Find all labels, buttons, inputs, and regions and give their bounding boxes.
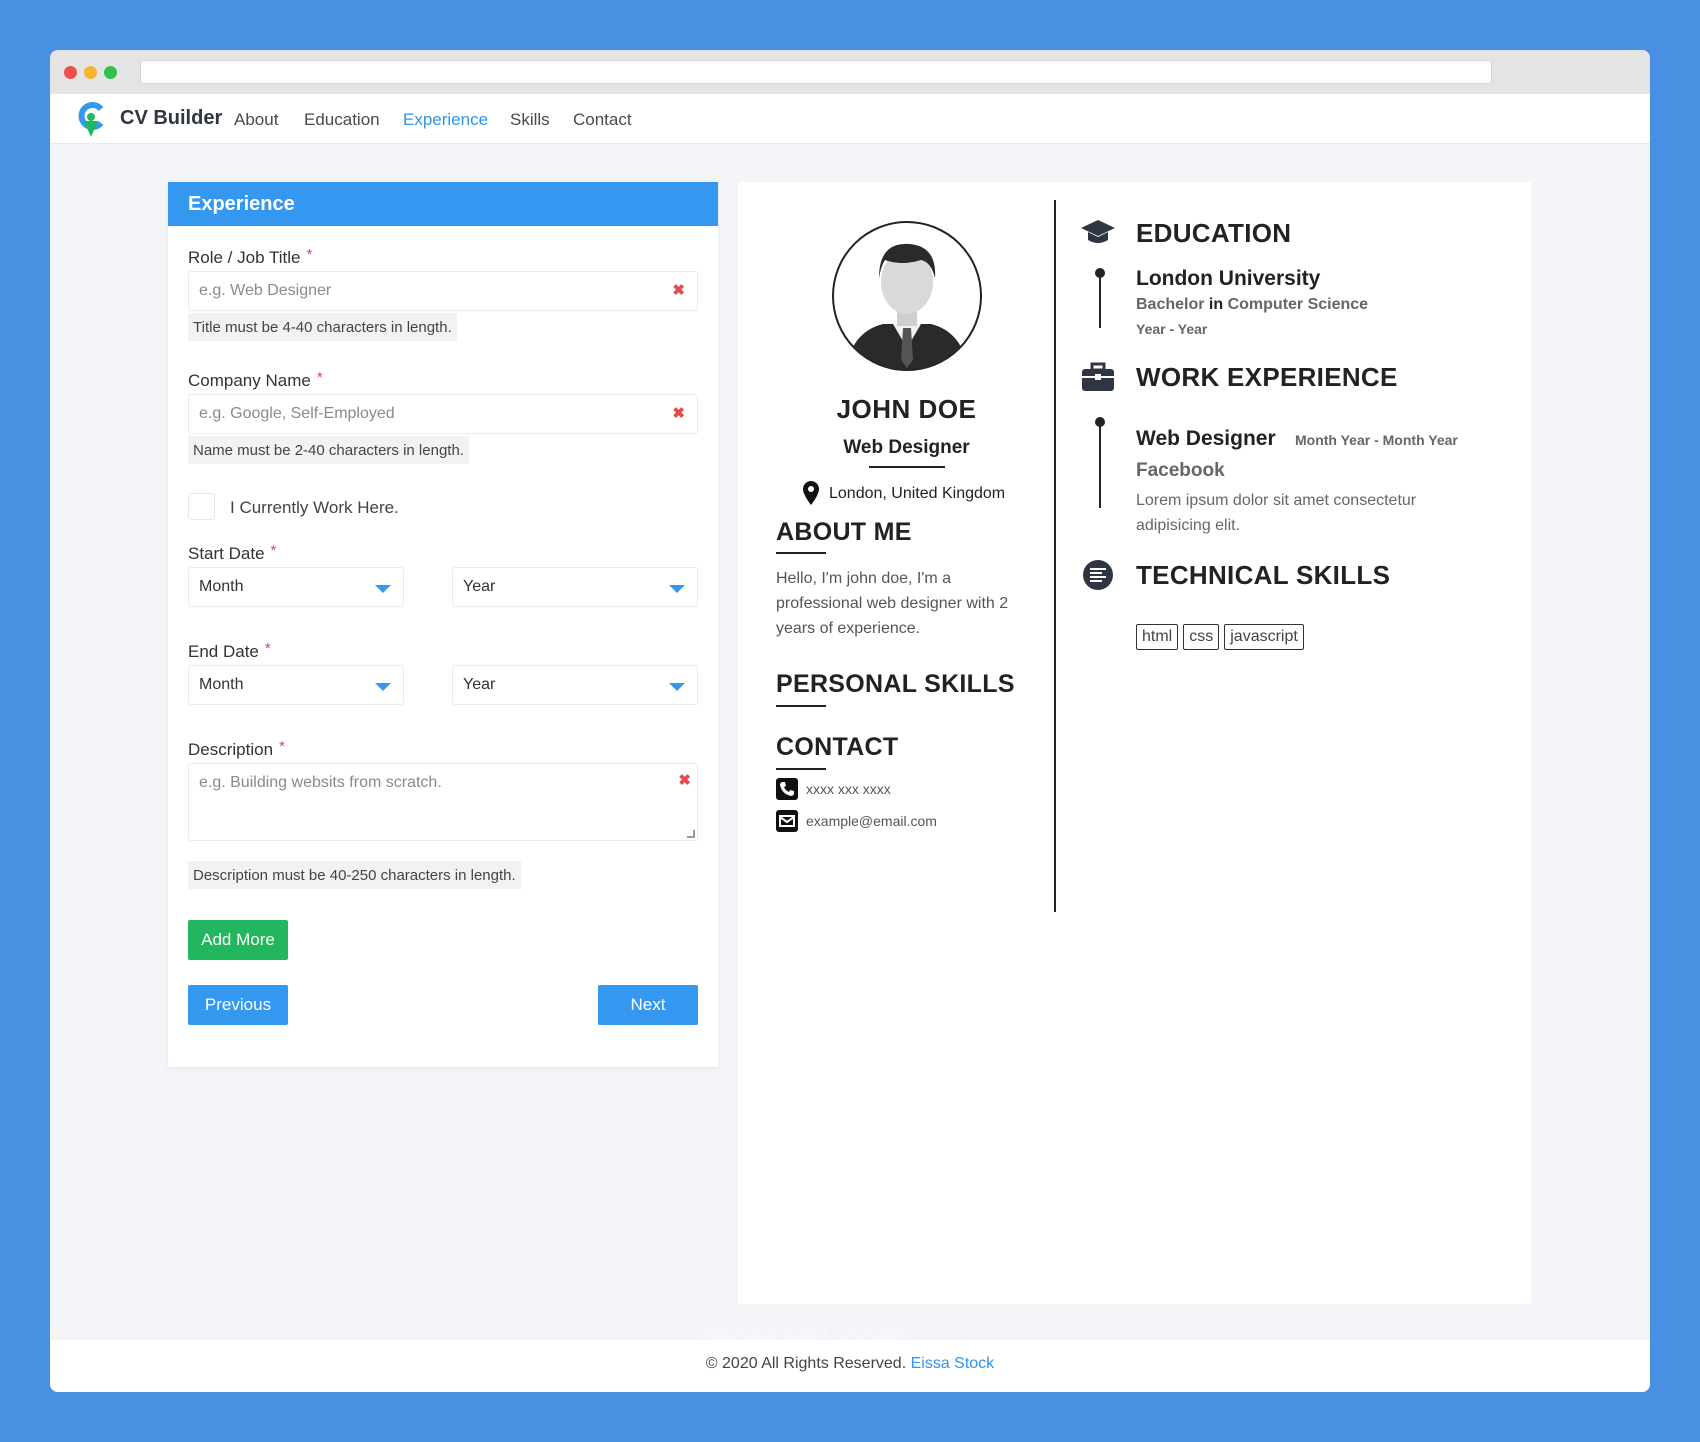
divider <box>776 552 826 554</box>
current-work-checkbox[interactable] <box>188 493 215 520</box>
divider <box>869 466 945 468</box>
add-more-button[interactable]: Add More <box>188 920 288 960</box>
browser-window: CV Builder About Education Experience Sk… <box>50 50 1650 1392</box>
next-button[interactable]: Next <box>598 985 698 1025</box>
contact-title: CONTACT <box>776 733 899 761</box>
work-title: WORK EXPERIENCE <box>1136 362 1398 392</box>
cv-builder-logo-icon[interactable] <box>76 101 106 139</box>
education-university: London University <box>1136 267 1321 290</box>
technical-skills-title: TECHNICAL SKILLS <box>1136 560 1391 590</box>
cv-preview: JOHN DOE Web Designer London, United Kin… <box>738 182 1531 1304</box>
skills-list: html css javascript <box>1136 624 1304 650</box>
divider <box>776 705 826 707</box>
timeline-line <box>1099 422 1101 508</box>
chevron-down-icon <box>375 585 391 593</box>
personal-skills-title: PERSONAL SKILLS <box>776 670 1015 698</box>
company-placeholder: e.g. Google, Self-Employed <box>199 405 395 422</box>
nav-experience[interactable]: Experience <box>403 110 488 130</box>
experience-form: Experience Role / Job Title * e.g. Web De… <box>168 182 718 1067</box>
footer-author-link[interactable]: Eissa Stock <box>911 1355 995 1372</box>
map-pin-icon <box>803 481 819 505</box>
maximize-window-button[interactable] <box>104 66 117 79</box>
nav-contact[interactable]: Contact <box>573 110 632 130</box>
skill-tag: javascript <box>1224 624 1304 650</box>
description-placeholder: e.g. Building websits from scratch. <box>199 774 442 791</box>
end-month-value: Month <box>199 676 244 693</box>
address-bar[interactable] <box>140 60 1492 84</box>
work-description: Lorem ipsum dolor sit amet consectetur a… <box>1136 492 1417 534</box>
company-label: Company Name * <box>188 369 323 390</box>
minimize-window-button[interactable] <box>84 66 97 79</box>
skill-tag: html <box>1136 624 1179 650</box>
role-hint: Title must be 4-40 characters in length. <box>188 313 457 341</box>
timeline-line <box>1099 272 1101 328</box>
footer-copyright: © 2020 All Rights Reserved. <box>705 1355 907 1372</box>
skill-tag: css <box>1183 624 1220 650</box>
current-work-label[interactable]: I Currently Work Here. <box>230 498 399 518</box>
work-role: Web Designer <box>1136 427 1276 450</box>
top-navbar: CV Builder About Education Experience Sk… <box>50 94 1650 144</box>
company-input[interactable]: e.g. Google, Self-Employed ✖ <box>188 394 698 434</box>
required-mark: * <box>264 640 271 657</box>
nav-skills[interactable]: Skills <box>510 110 550 130</box>
resize-handle-icon[interactable] <box>687 830 695 838</box>
contact-email: example@email.com <box>806 813 937 829</box>
clear-icon[interactable]: ✖ <box>678 771 691 789</box>
about-title: ABOUT ME <box>776 518 912 546</box>
role-label: Role / Job Title * <box>188 246 313 267</box>
chevron-down-icon <box>375 683 391 691</box>
form-title: Experience <box>168 182 718 226</box>
cv-role: Web Designer <box>843 437 970 458</box>
graduation-cap-icon <box>1081 220 1115 243</box>
list-icon <box>1083 560 1113 590</box>
required-mark: * <box>279 738 285 755</box>
education-degree: Bachelor in Computer Science <box>1136 296 1369 313</box>
brand-name[interactable]: CV Builder <box>120 107 222 130</box>
cv-location: London, United Kingdom <box>829 485 1006 502</box>
start-month-value: Month <box>199 578 244 595</box>
nav-education[interactable]: Education <box>304 110 380 130</box>
chevron-down-icon <box>669 585 685 593</box>
previous-button[interactable]: Previous <box>188 985 288 1025</box>
start-year-value: Year <box>463 578 496 595</box>
avatar <box>832 221 982 371</box>
cv-name: JOHN DOE <box>836 394 977 424</box>
company-hint: Name must be 2-40 characters in length. <box>188 436 469 464</box>
education-years: Year - Year <box>1136 321 1208 337</box>
end-year-select[interactable]: Year <box>452 665 698 705</box>
end-date-label: End Date * <box>188 640 271 661</box>
phone-icon <box>776 778 798 800</box>
education-title: EDUCATION <box>1136 218 1292 248</box>
clear-icon[interactable]: ✖ <box>672 281 685 299</box>
browser-chrome <box>50 50 1650 94</box>
start-year-select[interactable]: Year <box>452 567 698 607</box>
chevron-down-icon <box>669 683 685 691</box>
description-textarea[interactable]: e.g. Building websits from scratch. ✖ <box>188 763 698 841</box>
description-label: Description * <box>188 738 285 759</box>
about-text: Hello, I'm john doe, I'm a professional … <box>776 570 1009 637</box>
role-input[interactable]: e.g. Web Designer ✖ <box>188 271 698 311</box>
contact-phone: xxxx xxx xxxx <box>806 781 891 797</box>
work-dates: Month Year - Month Year <box>1295 432 1458 448</box>
work-company: Facebook <box>1136 460 1225 481</box>
nav-about[interactable]: About <box>234 110 278 130</box>
required-mark: * <box>316 369 323 386</box>
role-placeholder: e.g. Web Designer <box>199 282 332 299</box>
clear-icon[interactable]: ✖ <box>672 404 685 422</box>
description-hint: Description must be 40-250 characters in… <box>188 861 521 889</box>
start-date-label: Start Date * <box>188 542 277 563</box>
end-year-value: Year <box>463 676 496 693</box>
column-divider <box>1054 200 1056 912</box>
end-month-select[interactable]: Month <box>188 665 404 705</box>
close-window-button[interactable] <box>64 66 77 79</box>
required-mark: * <box>306 246 313 263</box>
envelope-icon <box>776 810 798 832</box>
watermark: mostaql.com <box>700 1318 909 1354</box>
divider <box>776 768 826 770</box>
briefcase-icon <box>1082 362 1114 391</box>
required-mark: * <box>270 542 277 559</box>
start-month-select[interactable]: Month <box>188 567 404 607</box>
